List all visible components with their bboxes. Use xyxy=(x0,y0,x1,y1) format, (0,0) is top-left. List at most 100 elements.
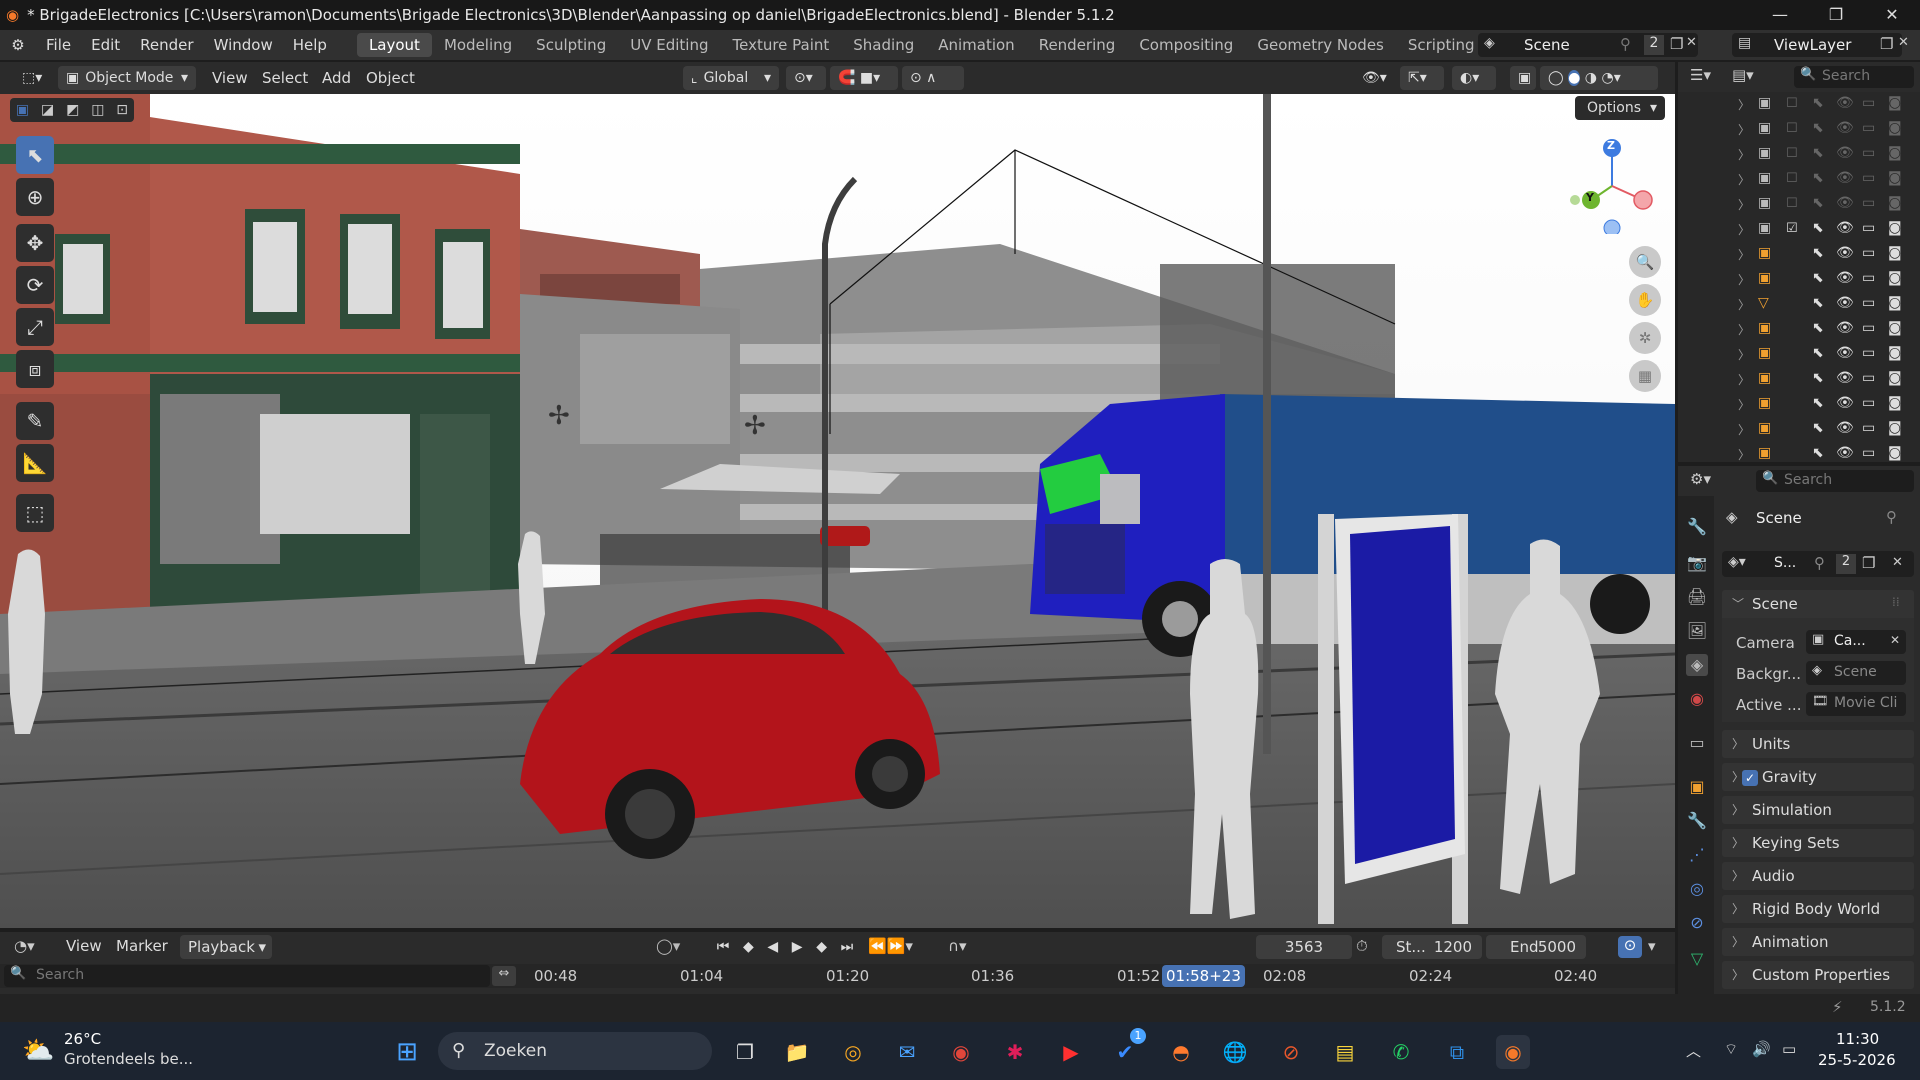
measure-tool[interactable]: 📐 xyxy=(16,444,54,482)
unlink-scene-icon[interactable]: ✕ xyxy=(1686,35,1697,50)
duplicate-icon[interactable]: ❐ xyxy=(1862,554,1875,572)
outliner-row[interactable]: 〉 ▣ ☐ ⬉ 👁 ▭ ◙ xyxy=(1678,117,1920,142)
material-shading-icon[interactable]: ◑ xyxy=(1585,70,1597,86)
outliner-row[interactable]: 〉 ▣ ⬉ 👁 ▭ ◙ xyxy=(1678,267,1920,292)
menu-edit[interactable]: Edit xyxy=(81,30,130,60)
monitor-icon[interactable]: ▭ xyxy=(1862,320,1875,336)
monitor-icon[interactable]: ▭ xyxy=(1862,295,1875,311)
menu-add[interactable]: Add xyxy=(322,66,351,90)
task-view-icon[interactable]: ❐ xyxy=(728,1035,762,1069)
scale-tool[interactable]: ⤢ xyxy=(16,308,54,346)
options-dropdown[interactable]: Options ▾ xyxy=(1575,96,1665,120)
monitor-icon[interactable]: ▭ xyxy=(1862,345,1875,361)
xray-toggle[interactable]: ▣ xyxy=(1510,66,1536,90)
sticky-notes-icon[interactable]: ▤ xyxy=(1328,1035,1362,1069)
outliner-row[interactable]: 〉 ▣ ⬉ 👁 ▭ ◙ xyxy=(1678,392,1920,417)
eye-icon[interactable]: 👁 xyxy=(1836,295,1854,311)
checkbox-icon[interactable]: ☑ xyxy=(1786,221,1798,236)
move-tool[interactable]: ✥ xyxy=(16,224,54,262)
playback-dropdown[interactable]: Playback ▾ xyxy=(180,935,272,959)
chevron-right-icon[interactable]: 〉 xyxy=(1738,271,1750,288)
monitor-icon[interactable]: ▭ xyxy=(1862,120,1875,136)
chevron-right-icon[interactable]: 〉 xyxy=(1738,446,1750,463)
camera-icon[interactable]: ◙ xyxy=(1888,195,1902,211)
menu-object[interactable]: Object xyxy=(366,66,415,90)
outliner-row[interactable]: 〉 ▣ ⬉ 👁 ▭ ◙ xyxy=(1678,367,1920,392)
minimize-button[interactable]: — xyxy=(1752,0,1808,30)
menu-help[interactable]: Help xyxy=(283,30,337,60)
modifier-tab-icon[interactable]: 🔧 xyxy=(1686,810,1708,832)
camera-icon[interactable]: ◙ xyxy=(1888,270,1902,286)
view-layer-tab-icon[interactable]: 🖼 xyxy=(1686,620,1708,642)
pan-hand-icon[interactable]: ✋ xyxy=(1629,284,1661,316)
scene-datablock-selector[interactable]: ◈▾ S... ⚲ 2 ❐ ✕ xyxy=(1722,551,1914,577)
firefox-icon[interactable]: ◓ xyxy=(1164,1035,1198,1069)
perspective-grid-icon[interactable]: ▦ xyxy=(1629,360,1661,392)
output-tab-icon[interactable]: 🖨 xyxy=(1686,586,1708,608)
menu-file[interactable]: File xyxy=(36,30,81,60)
jump-start-icon[interactable]: ⏮ xyxy=(717,935,730,959)
timeline-editor-icon[interactable]: ◔▾ xyxy=(14,937,35,955)
remove-layer-icon[interactable]: ✕ xyxy=(1898,35,1909,50)
tool-tab-icon[interactable]: 🔧 xyxy=(1686,516,1708,538)
slack-icon[interactable]: ✱ xyxy=(998,1035,1032,1069)
proportional-edit-toggle[interactable]: ⊙ ∧ xyxy=(902,66,964,90)
shading-mode-group[interactable]: ◯ ● ◑ ◔▾ xyxy=(1540,66,1658,90)
youtube-music-icon[interactable]: ▶ xyxy=(1054,1035,1088,1069)
outliner-row[interactable]: 〉 ▣ ☐ ⬉ 👁 ▭ ◙ xyxy=(1678,142,1920,167)
checkbox-icon[interactable]: ☐ xyxy=(1786,96,1798,111)
auto-keying-icon[interactable]: ◯▾ xyxy=(656,937,680,955)
selection-mode-group[interactable]: ▣ ◪ ◩ ◫ ⊡ xyxy=(10,98,134,122)
monitor-icon[interactable]: ▭ xyxy=(1862,420,1875,436)
camera-icon[interactable]: ◙ xyxy=(1888,95,1902,111)
taskbar-search[interactable]: ⚲ Zoeken xyxy=(438,1032,712,1070)
select-intersect-icon[interactable]: ⊡ xyxy=(116,102,128,118)
solid-shading-icon[interactable]: ● xyxy=(1568,70,1581,86)
select-extend-icon[interactable]: ◪ xyxy=(41,102,54,118)
monitor-icon[interactable]: ▭ xyxy=(1862,395,1875,411)
annotate-tool[interactable]: ✎ xyxy=(16,402,54,440)
display-mode-icon[interactable]: ▤▾ xyxy=(1732,66,1754,84)
select-subtract-icon[interactable]: ◩ xyxy=(66,102,79,118)
eye-icon[interactable]: 👁 xyxy=(1836,270,1854,286)
chrome-icon[interactable]: ◉ xyxy=(944,1035,978,1069)
whatsapp-icon[interactable]: ✆ xyxy=(1384,1035,1418,1069)
jump-end-icon[interactable]: ⏭ xyxy=(841,935,854,959)
viewlayer-selector[interactable]: ▤ ViewLayer ❐ xyxy=(1732,33,1902,57)
panel-custom-properties[interactable]: 〉 Custom Properties xyxy=(1722,961,1914,989)
selectable-icon[interactable]: ⬉ xyxy=(1812,120,1824,136)
background-scene-field[interactable]: ◈ Scene xyxy=(1806,661,1906,685)
checkbox-icon[interactable]: ☐ xyxy=(1786,196,1798,211)
sync-icon[interactable]: ∩▾ xyxy=(948,937,967,955)
tab-geometry-nodes[interactable]: Geometry Nodes xyxy=(1245,33,1396,57)
monitor-icon[interactable]: ▭ xyxy=(1862,195,1875,211)
clock-time[interactable]: 11:30 xyxy=(1836,1030,1879,1048)
camera-icon[interactable]: ◙ xyxy=(1888,445,1902,461)
tab-animation[interactable]: Animation xyxy=(926,33,1026,57)
step-controls-icon[interactable]: ⏪⏩▾ xyxy=(868,937,913,955)
select-box-tool[interactable]: ⬉ xyxy=(16,136,54,174)
outliner-row[interactable]: 〉 ▽ ⬉ 👁 ▭ ◙ xyxy=(1678,292,1920,317)
snap-toggle[interactable]: 🧲 ■▾ xyxy=(830,66,898,90)
timeline-menu-view[interactable]: View xyxy=(66,937,102,955)
scene-panel-header[interactable]: ﹀ Scene ⁞⁞ xyxy=(1722,590,1914,618)
outliner-editor-icon[interactable]: ☰▾ xyxy=(1690,66,1711,84)
panel-audio[interactable]: 〉 Audio xyxy=(1722,862,1914,890)
active-clip-field[interactable]: 🎞 Movie Cli xyxy=(1806,692,1906,716)
eye-icon[interactable]: 👁 xyxy=(1836,345,1854,361)
panel-keying-sets[interactable]: 〉 Keying Sets xyxy=(1722,829,1914,857)
eye-icon[interactable]: 👁 xyxy=(1836,170,1854,186)
panel-rigid-body-world[interactable]: 〉 Rigid Body World xyxy=(1722,895,1914,923)
camera-view-icon[interactable]: ✲ xyxy=(1629,322,1661,354)
blender-taskbar-icon[interactable]: ◉ xyxy=(1496,1035,1530,1069)
monitor-icon[interactable]: ▭ xyxy=(1862,95,1875,111)
chevron-right-icon[interactable]: 〉 xyxy=(1738,196,1750,213)
start-windows-icon[interactable]: ⊞ xyxy=(390,1035,424,1069)
maximize-button[interactable]: ❐ xyxy=(1808,0,1864,30)
eye-icon[interactable]: 👁 xyxy=(1836,120,1854,136)
tab-layout[interactable]: Layout xyxy=(356,33,432,57)
transform-tool[interactable]: ⧈ xyxy=(16,350,54,388)
checkbox-icon[interactable]: ☐ xyxy=(1786,146,1798,161)
outliner-search[interactable]: 🔍 Search xyxy=(1794,66,1914,88)
eye-icon[interactable]: 👁 xyxy=(1836,195,1854,211)
